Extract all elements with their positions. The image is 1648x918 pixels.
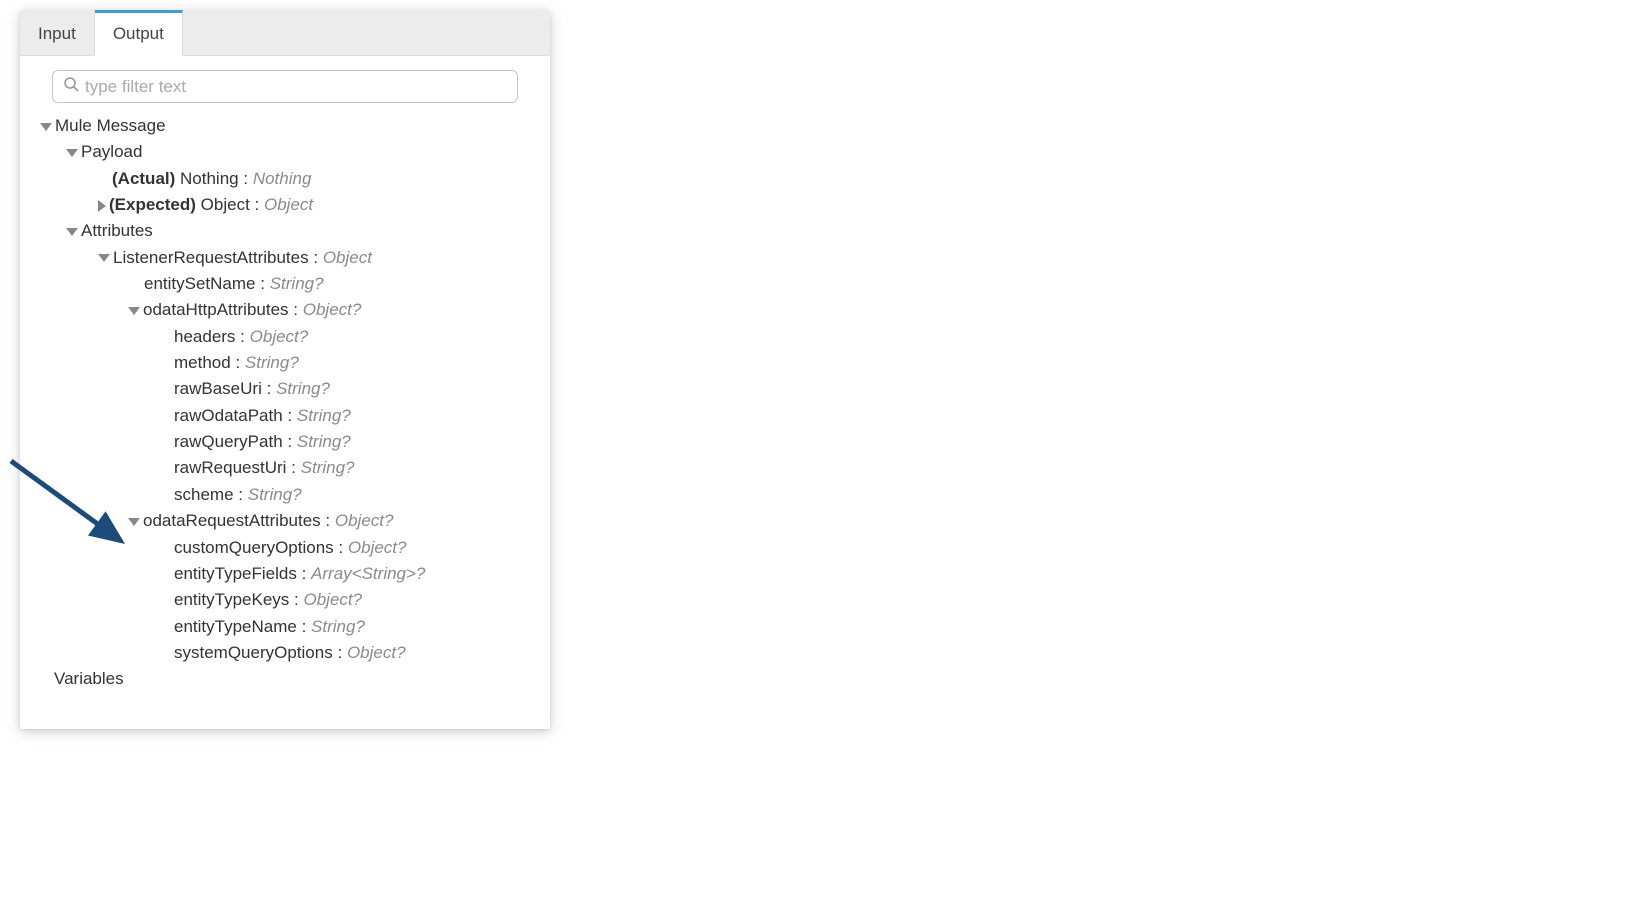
name: rawQueryPath bbox=[174, 432, 283, 451]
prefix: (Actual) bbox=[112, 169, 175, 188]
sep: : bbox=[294, 590, 299, 609]
sep: : bbox=[338, 538, 343, 557]
type: String? bbox=[276, 379, 330, 398]
output-panel: Input Output Mule Message bbox=[20, 10, 550, 729]
type: Object? bbox=[347, 643, 406, 662]
tree-node-scheme[interactable]: scheme : String? bbox=[40, 482, 530, 508]
tree-node-variables[interactable]: Variables bbox=[40, 666, 530, 692]
name: rawOdataPath bbox=[174, 406, 283, 425]
sep: : bbox=[243, 169, 248, 188]
sep: : bbox=[235, 353, 240, 372]
type: Object? bbox=[348, 538, 407, 557]
sep: : bbox=[287, 406, 292, 425]
tree-node-raw-query-path[interactable]: rawQueryPath : String? bbox=[40, 429, 530, 455]
type: Object? bbox=[335, 511, 394, 530]
tree-node-entity-set-name[interactable]: entitySetName : String? bbox=[40, 271, 530, 297]
type: String? bbox=[301, 458, 355, 477]
sep: : bbox=[337, 643, 342, 662]
type: String? bbox=[248, 485, 302, 504]
tree-node-odata-http-attributes[interactable]: odataHttpAttributes : Object? bbox=[40, 297, 530, 323]
tree-node-system-query-options[interactable]: systemQueryOptions : Object? bbox=[40, 640, 530, 666]
name: entityTypeFields bbox=[174, 564, 297, 583]
sep: : bbox=[291, 458, 296, 477]
sep: : bbox=[293, 300, 298, 319]
sep: : bbox=[240, 327, 245, 346]
tab-input[interactable]: Input bbox=[20, 10, 95, 55]
tree-view: Mule Message Payload (Actual) Nothing : … bbox=[40, 113, 530, 693]
chevron-down-icon bbox=[40, 123, 52, 131]
name: method bbox=[174, 353, 231, 372]
name: Object bbox=[201, 195, 250, 214]
search-input[interactable] bbox=[85, 77, 507, 97]
tab-output[interactable]: Output bbox=[95, 10, 183, 56]
search-icon bbox=[63, 76, 79, 97]
name: rawBaseUri bbox=[174, 379, 262, 398]
tree-node-entity-type-fields[interactable]: entityTypeFields : Array<String>? bbox=[40, 561, 530, 587]
name: odataRequestAttributes bbox=[143, 511, 321, 530]
sep: : bbox=[255, 195, 260, 214]
tree-label: Attributes bbox=[81, 221, 153, 240]
type: Object? bbox=[303, 300, 362, 319]
tree-node-method[interactable]: method : String? bbox=[40, 350, 530, 376]
tree-node-raw-base-uri[interactable]: rawBaseUri : String? bbox=[40, 376, 530, 402]
tree-node-listener-request-attributes[interactable]: ListenerRequestAttributes : Object bbox=[40, 245, 530, 271]
tree-node-entity-type-name[interactable]: entityTypeName : String? bbox=[40, 614, 530, 640]
tree-node-raw-odata-path[interactable]: rawOdataPath : String? bbox=[40, 403, 530, 429]
name: customQueryOptions bbox=[174, 538, 334, 557]
type: String? bbox=[311, 617, 365, 636]
tab-bar: Input Output bbox=[20, 10, 550, 56]
tree-node-odata-request-attributes[interactable]: odataRequestAttributes : Object? bbox=[40, 508, 530, 534]
tree-node-payload-expected[interactable]: (Expected) Object : Object bbox=[40, 192, 530, 218]
name: entityTypeName bbox=[174, 617, 297, 636]
sep: : bbox=[313, 248, 318, 267]
name: entityTypeKeys bbox=[174, 590, 289, 609]
chevron-down-icon bbox=[98, 254, 110, 262]
tree-node-entity-type-keys[interactable]: entityTypeKeys : Object? bbox=[40, 587, 530, 613]
tree-label: Payload bbox=[81, 142, 142, 161]
panel-body: Mule Message Payload (Actual) Nothing : … bbox=[20, 56, 550, 729]
type: Array<String>? bbox=[311, 564, 425, 583]
name: odataHttpAttributes bbox=[143, 300, 289, 319]
name: systemQueryOptions bbox=[174, 643, 333, 662]
tree-node-mule-message[interactable]: Mule Message bbox=[40, 113, 530, 139]
name: headers bbox=[174, 327, 235, 346]
type: Object? bbox=[303, 590, 362, 609]
type: Object bbox=[323, 248, 372, 267]
tree-node-payload-actual[interactable]: (Actual) Nothing : Nothing bbox=[40, 166, 530, 192]
tree-node-attributes[interactable]: Attributes bbox=[40, 218, 530, 244]
search-field[interactable] bbox=[52, 70, 518, 103]
chevron-down-icon bbox=[66, 149, 78, 157]
tree-label: Mule Message bbox=[55, 116, 166, 135]
chevron-down-icon bbox=[128, 307, 140, 315]
chevron-right-icon bbox=[98, 200, 106, 212]
sep: : bbox=[238, 485, 243, 504]
chevron-down-icon bbox=[66, 228, 78, 236]
type: String? bbox=[297, 406, 351, 425]
name: Nothing bbox=[180, 169, 239, 188]
sep: : bbox=[267, 379, 272, 398]
type: String? bbox=[297, 432, 351, 451]
tree-label: Variables bbox=[54, 669, 124, 688]
tree-node-payload[interactable]: Payload bbox=[40, 139, 530, 165]
prefix: (Expected) bbox=[109, 195, 196, 214]
type: Object? bbox=[250, 327, 309, 346]
chevron-down-icon bbox=[128, 518, 140, 526]
name: ListenerRequestAttributes bbox=[113, 248, 309, 267]
type: Object bbox=[264, 195, 313, 214]
sep: : bbox=[287, 432, 292, 451]
name: entitySetName bbox=[144, 274, 256, 293]
tree-node-custom-query-options[interactable]: customQueryOptions : Object? bbox=[40, 535, 530, 561]
sep: : bbox=[302, 617, 307, 636]
type: String? bbox=[270, 274, 324, 293]
sep: : bbox=[325, 511, 330, 530]
name: scheme bbox=[174, 485, 234, 504]
type: String? bbox=[245, 353, 299, 372]
tree-node-raw-request-uri[interactable]: rawRequestUri : String? bbox=[40, 455, 530, 481]
sep: : bbox=[302, 564, 307, 583]
sep: : bbox=[260, 274, 265, 293]
name: rawRequestUri bbox=[174, 458, 286, 477]
type: Nothing bbox=[253, 169, 312, 188]
tree-node-headers[interactable]: headers : Object? bbox=[40, 324, 530, 350]
